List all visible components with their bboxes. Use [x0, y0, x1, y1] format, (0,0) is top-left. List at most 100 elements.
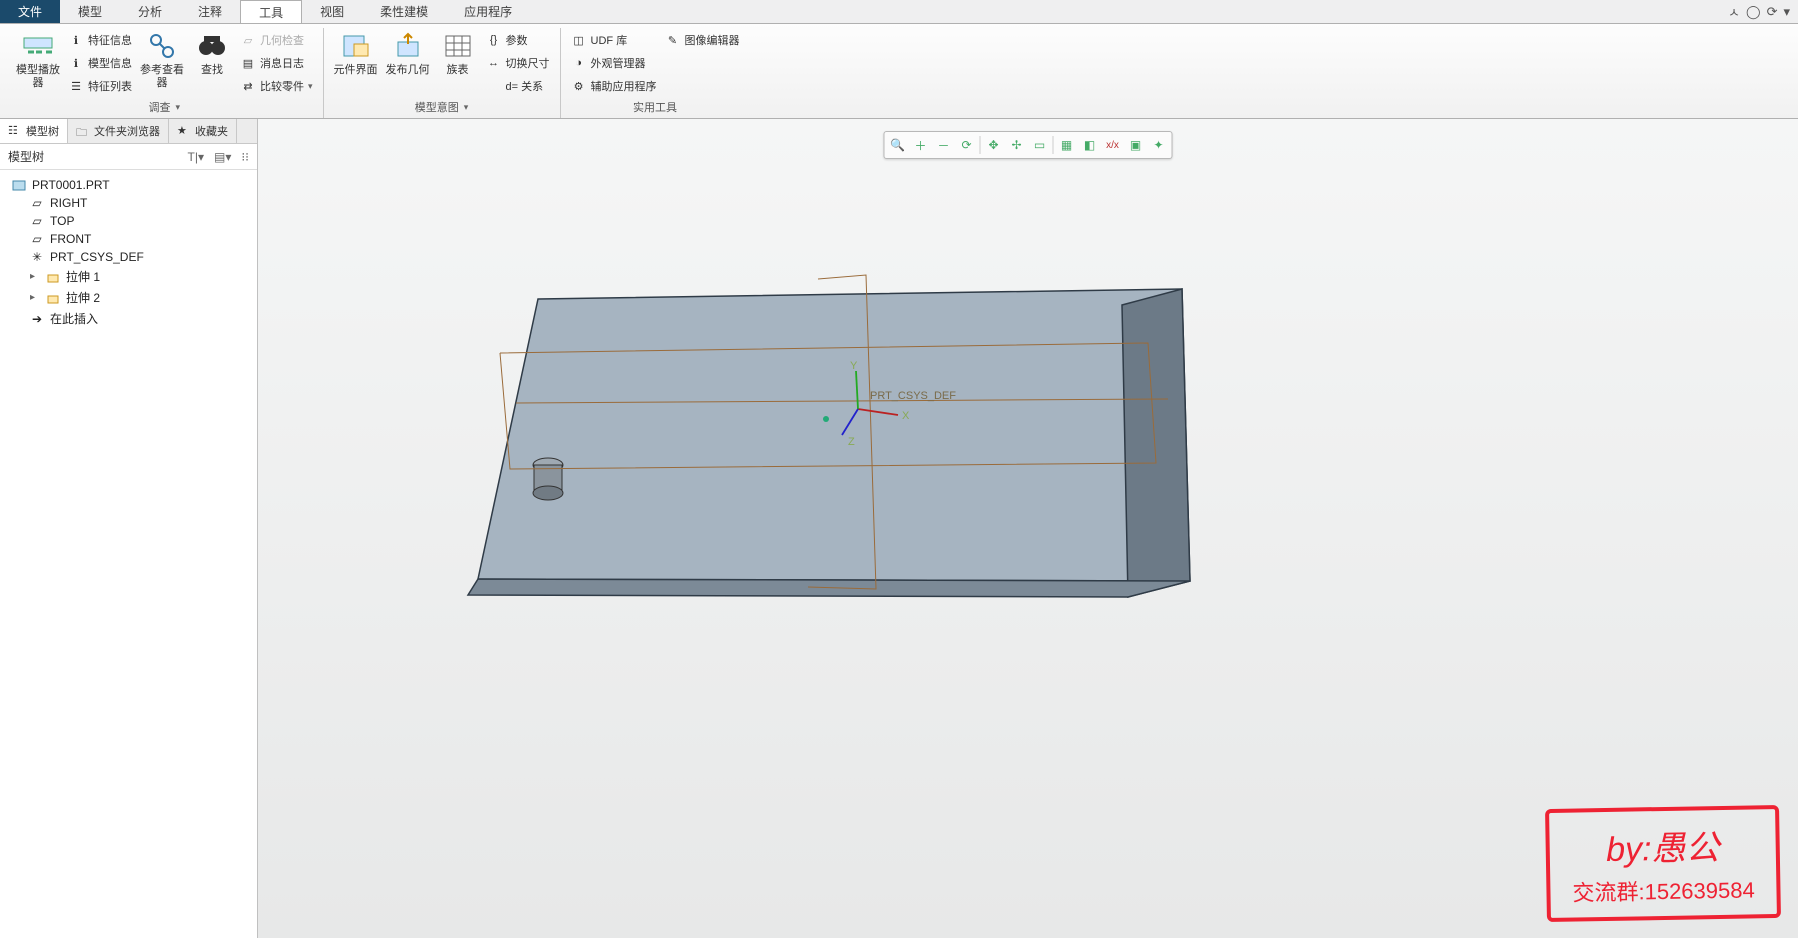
relation-icon — [486, 78, 502, 94]
model-tree: PRT0001.PRT ▱RIGHT ▱TOP ▱FRONT ✳PRT_CSYS… — [0, 170, 257, 938]
tree-item-top[interactable]: ▱TOP — [4, 212, 253, 230]
left-panel-tools: T|▾ ▤▾ ⁝⁝ — [188, 150, 250, 164]
ribbon: 模型播放 器 ℹ特征信息 ℹ模型信息 ☰特征列表 参考查看 器 查找 ▱几何检查… — [0, 24, 1798, 119]
tab-folder-browser[interactable]: 🗀文件夹浏览器 — [68, 119, 169, 143]
family-table-button[interactable]: 族表 — [438, 30, 478, 77]
tab-favorites[interactable]: ★收藏夹 — [169, 119, 237, 143]
star-icon: ★ — [177, 124, 191, 138]
compare-icon: ⇄ — [240, 78, 256, 94]
ribbon-group-investigate: 模型播放 器 ℹ特征信息 ℹ模型信息 ☰特征列表 参考查看 器 查找 ▱几何检查… — [6, 28, 324, 118]
watermark-stamp: by:愚公 交流群:152639584 — [1545, 805, 1781, 922]
tree-item-right[interactable]: ▱RIGHT — [4, 194, 253, 212]
dropdown-icon[interactable]: ▾ — [1783, 4, 1790, 20]
csys-icon: ✳ — [30, 250, 44, 264]
find-button[interactable]: 查找 — [192, 30, 232, 77]
left-panel: ☷模型树 🗀文件夹浏览器 ★收藏夹 模型树 T|▾ ▤▾ ⁝⁝ PRT0001.… — [0, 119, 258, 938]
tree-item-front[interactable]: ▱FRONT — [4, 230, 253, 248]
compare-part-button[interactable]: ⇄比较零件▾ — [240, 76, 313, 96]
settings-icon[interactable]: ⟳ — [1767, 4, 1778, 20]
menu-tab-model[interactable]: 模型 — [60, 0, 120, 23]
workspace: ☷模型树 🗀文件夹浏览器 ★收藏夹 模型树 T|▾ ▤▾ ⁝⁝ PRT0001.… — [0, 119, 1798, 938]
switch-icon: ↔ — [486, 55, 502, 71]
image-editor-icon: ✎ — [665, 32, 681, 48]
tree-filter-button[interactable]: T|▾ — [188, 150, 204, 164]
watermark-line1: by:愚公 — [1571, 819, 1754, 871]
insert-icon: ➔ — [30, 312, 44, 326]
udf-library-button[interactable]: ◫UDF 库 — [571, 30, 657, 50]
left-panel-title: 模型树 — [8, 148, 44, 165]
relations-button[interactable]: d= 关系 — [486, 76, 550, 96]
tree-item-insert-here[interactable]: ➔在此插入 — [4, 308, 253, 329]
menu-tabs: 文件 模型 分析 注释 工具 视图 柔性建模 应用程序 ㅅ ◯ ⟳ ▾ — [0, 0, 1798, 24]
axis-y-label: Y — [850, 360, 858, 372]
part-icon — [12, 178, 26, 192]
ribbon-group-intent: 元件界面 发布几何 族表 {}参数 ↔切换尺寸 d= 关系 模型意图 — [324, 28, 561, 118]
watermark-line2: 交流群:152639584 — [1572, 872, 1755, 907]
info-icon: ℹ — [68, 32, 84, 48]
menu-tab-tools[interactable]: 工具 — [240, 0, 302, 23]
collapse-ribbon-icon[interactable]: ㅅ — [1728, 2, 1740, 21]
tab-model-tree[interactable]: ☷模型树 — [0, 119, 68, 143]
aux-apps-button[interactable]: ⚙辅助应用程序 — [571, 76, 657, 96]
component-interface-button[interactable]: 元件界面 — [334, 30, 378, 77]
help-icon[interactable]: ◯ — [1746, 4, 1761, 20]
appearance-manager-button[interactable]: ◑外观管理器 — [571, 53, 657, 73]
feature-list-button[interactable]: ☰特征列表 — [68, 76, 132, 96]
table-icon — [442, 30, 474, 62]
group-label-intent: 模型意图 — [415, 99, 459, 115]
left-panel-header: 模型树 T|▾ ▤▾ ⁝⁝ — [0, 144, 257, 170]
menu-right-controls: ㅅ ◯ ⟳ ▾ — [1728, 0, 1798, 23]
csys-label: PRT_CSYS_DEF — [870, 390, 956, 402]
model-info-button[interactable]: ℹ模型信息 — [68, 53, 132, 73]
menu-tab-annotate[interactable]: 注释 — [180, 0, 240, 23]
left-panel-tabs: ☷模型树 🗀文件夹浏览器 ★收藏夹 — [0, 119, 257, 144]
tree-root[interactable]: PRT0001.PRT — [4, 176, 253, 194]
aux-icon: ⚙ — [571, 78, 587, 94]
publish-geom-button[interactable]: 发布几何 — [386, 30, 430, 77]
feature-info-button[interactable]: ℹ特征信息 — [68, 30, 132, 50]
ribbon-group-utilities: ◫UDF 库 ◑外观管理器 ⚙辅助应用程序 ✎图像编辑器 实用工具 — [561, 28, 750, 118]
switch-dims-button[interactable]: ↔切换尺寸 — [486, 53, 550, 73]
image-editor-button[interactable]: ✎图像编辑器 — [665, 30, 740, 50]
axis-z-label: Z — [848, 436, 855, 448]
model-player-button[interactable]: 模型播放 器 — [16, 30, 60, 90]
datum-plane-icon: ▱ — [30, 214, 44, 228]
group-label-investigate: 调查 — [149, 99, 171, 115]
param-icon: {} — [486, 32, 502, 48]
chain-icon — [146, 30, 178, 62]
component-icon — [340, 30, 372, 62]
menu-tab-view[interactable]: 视图 — [302, 0, 362, 23]
tree-item-extrude2[interactable]: ▸拉伸 2 — [4, 287, 253, 308]
geom-icon: ▱ — [240, 32, 256, 48]
menu-tab-file[interactable]: 文件 — [0, 0, 60, 23]
tree-settings-button[interactable]: ⁝⁝ — [241, 150, 249, 164]
binoculars-icon — [196, 30, 228, 62]
reference-viewer-button[interactable]: 参考查看 器 — [140, 30, 184, 90]
tree-icon: ☷ — [8, 124, 22, 138]
expand-icon[interactable]: ▸ — [30, 271, 40, 282]
extrude-icon — [46, 270, 60, 284]
parameters-button[interactable]: {}参数 — [486, 30, 550, 50]
expand-icon[interactable]: ▸ — [30, 292, 40, 303]
log-icon: ▤ — [240, 55, 256, 71]
publish-icon — [392, 30, 424, 62]
menu-tab-analysis[interactable]: 分析 — [120, 0, 180, 23]
axis-x-label: X — [902, 410, 910, 422]
appearance-icon: ◑ — [571, 55, 587, 71]
geometry-check-button[interactable]: ▱几何检查 — [240, 30, 313, 50]
list-icon: ☰ — [68, 78, 84, 94]
menu-tab-flex[interactable]: 柔性建模 — [362, 0, 446, 23]
folder-icon: 🗀 — [76, 124, 90, 138]
graphics-canvas[interactable]: 🔍 ＋ － ⟳ ✥ ✢ ▭ ▦ ◧ x/x ▣ ✦ — [258, 119, 1798, 938]
tree-item-csys[interactable]: ✳PRT_CSYS_DEF — [4, 248, 253, 266]
datum-plane-icon: ▱ — [30, 232, 44, 246]
menu-tab-apps[interactable]: 应用程序 — [446, 0, 530, 23]
info-icon: ℹ — [68, 55, 84, 71]
udf-icon: ◫ — [571, 32, 587, 48]
tree-show-button[interactable]: ▤▾ — [214, 150, 231, 164]
group-label-utilities: 实用工具 — [633, 99, 677, 115]
datum-plane-icon: ▱ — [30, 196, 44, 210]
extrude-icon — [46, 291, 60, 305]
message-log-button[interactable]: ▤消息日志 — [240, 53, 313, 73]
tree-item-extrude1[interactable]: ▸拉伸 1 — [4, 266, 253, 287]
